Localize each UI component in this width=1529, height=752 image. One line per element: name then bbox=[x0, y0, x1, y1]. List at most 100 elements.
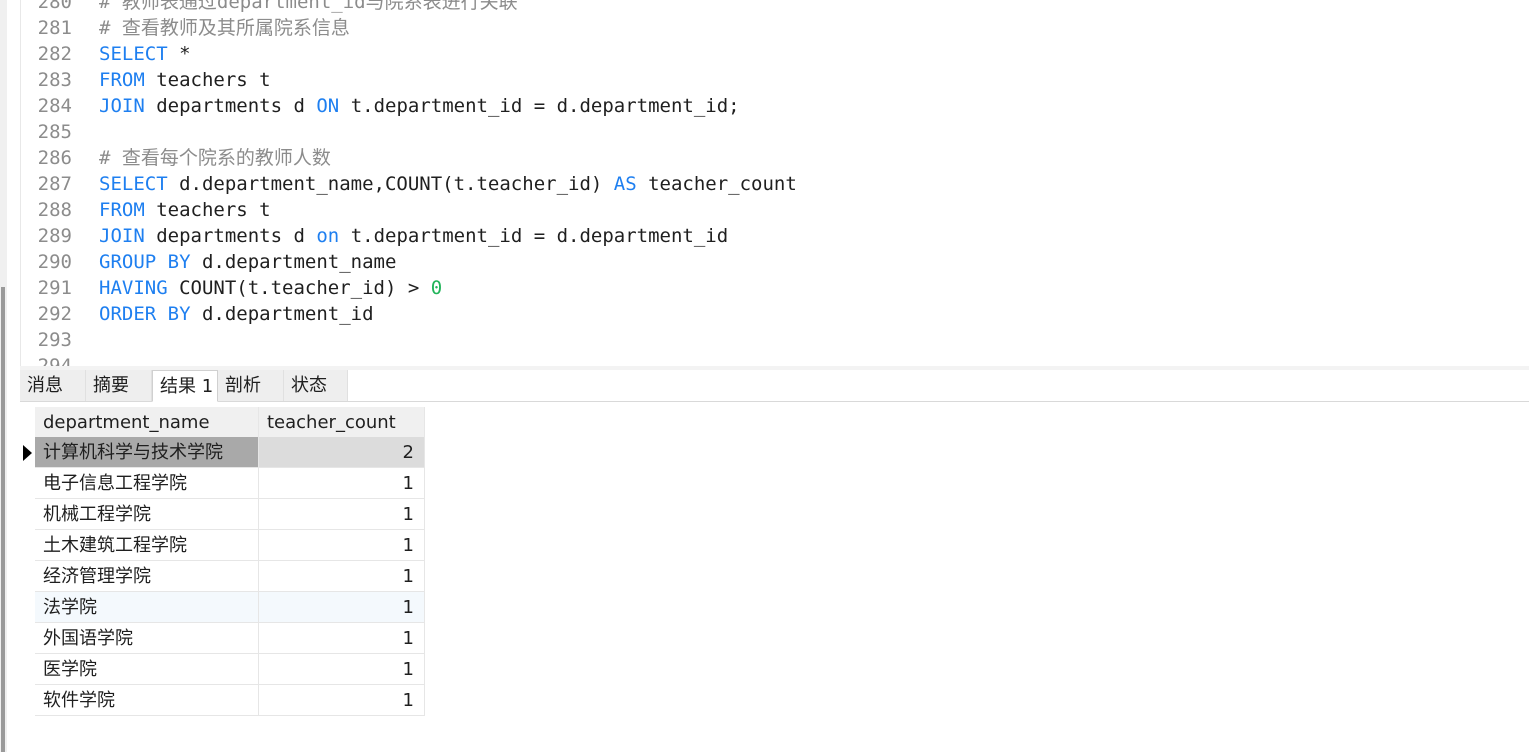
column-header-department-name[interactable]: department_name bbox=[35, 407, 259, 438]
cell-department-name[interactable]: 经济管理学院 bbox=[35, 561, 259, 592]
sql-text: d.department_name,COUNT(t.teacher_id) bbox=[167, 173, 614, 195]
code-text: GROUP BY d.department_name bbox=[99, 249, 396, 275]
code-line[interactable]: 288 FROM teachers t bbox=[20, 197, 271, 223]
code-text: ORDER BY d.department_id bbox=[99, 301, 374, 327]
sql-keyword: GROUP BY bbox=[99, 251, 191, 273]
line-number: 285 bbox=[37, 121, 72, 143]
cell-department-name[interactable]: 计算机科学与技术学院 bbox=[35, 437, 259, 468]
code-line[interactable]: 292 ORDER BY d.department_id bbox=[20, 301, 374, 327]
sql-keyword: ORDER BY bbox=[99, 303, 191, 325]
sql-keyword: on bbox=[316, 225, 340, 247]
code-line[interactable]: 282 SELECT * bbox=[20, 41, 191, 67]
line-number: 291 bbox=[37, 277, 72, 299]
sql-text: teachers t bbox=[144, 199, 271, 221]
sql-keyword: FROM bbox=[99, 199, 145, 221]
code-line[interactable]: 280 # 教师表通过department_id与院系表进行关联 bbox=[20, 0, 518, 15]
results-tab-bar: 消息 摘要 结果 1 剖析 状态 bbox=[20, 370, 1529, 402]
cell-teacher-count[interactable]: 1 bbox=[259, 530, 425, 561]
code-text: JOIN departments d ON t.department_id = … bbox=[99, 93, 740, 119]
cell-teacher-count[interactable]: 1 bbox=[259, 499, 425, 530]
row-marker[interactable] bbox=[20, 561, 35, 592]
code-line[interactable]: 284 JOIN departments d ON t.department_id… bbox=[20, 93, 740, 119]
row-marker[interactable] bbox=[20, 623, 35, 654]
sql-text: t.department_id = d.department_id bbox=[339, 225, 729, 247]
tab-status[interactable]: 状态 bbox=[284, 370, 348, 401]
code-line[interactable]: 294 bbox=[20, 353, 72, 366]
code-line[interactable]: 293 bbox=[20, 327, 72, 353]
row-marker[interactable] bbox=[20, 437, 35, 468]
line-number: 293 bbox=[37, 329, 72, 351]
cell-teacher-count[interactable]: 1 bbox=[259, 468, 425, 499]
code-text: # 查看每个院系的教师人数 bbox=[99, 145, 331, 171]
tab-messages[interactable]: 消息 bbox=[20, 370, 86, 401]
sql-editor[interactable]: 280 # 教师表通过department_id与院系表进行关联 281 # 查看教师… bbox=[20, 0, 1529, 366]
sql-text: teacher_count bbox=[636, 173, 797, 195]
sql-comment: # 教师表通过department_id与院系表进行关联 bbox=[99, 0, 518, 13]
line-number: 289 bbox=[37, 225, 72, 247]
code-line[interactable]: 290 GROUP BY d.department_name bbox=[20, 249, 397, 275]
tab-profile[interactable]: 剖析 bbox=[218, 370, 284, 401]
cell-department-name[interactable]: 土木建筑工程学院 bbox=[35, 530, 259, 561]
row-marker[interactable] bbox=[20, 654, 35, 685]
sql-text: teachers t bbox=[144, 69, 271, 91]
sql-comment: # 查看教师及其所属院系信息 bbox=[99, 17, 350, 39]
line-number: 294 bbox=[37, 355, 72, 366]
sql-comment: # 查看每个院系的教师人数 bbox=[99, 147, 331, 169]
sql-keyword: SELECT bbox=[99, 173, 168, 195]
code-line[interactable]: 285 bbox=[20, 119, 72, 145]
sql-text: departments d bbox=[144, 95, 317, 117]
code-line[interactable]: 283 FROM teachers t bbox=[20, 67, 271, 93]
sql-keyword: ON bbox=[316, 95, 340, 117]
scrollbar-thumb[interactable] bbox=[1, 287, 5, 752]
tab-result-1[interactable]: 结果 1 bbox=[152, 370, 218, 402]
line-number: 290 bbox=[37, 251, 72, 273]
sql-text: * bbox=[167, 43, 191, 65]
line-number: 292 bbox=[37, 303, 72, 325]
cell-teacher-count[interactable]: 1 bbox=[259, 685, 425, 716]
line-number: 282 bbox=[37, 43, 72, 65]
sql-text: t.department_id = d.department_id; bbox=[339, 95, 740, 117]
line-number: 280 bbox=[37, 0, 72, 13]
cell-teacher-count[interactable]: 1 bbox=[259, 654, 425, 685]
code-text: SELECT * bbox=[99, 41, 191, 67]
code-text: # 查看教师及其所属院系信息 bbox=[99, 15, 350, 41]
line-number: 283 bbox=[37, 69, 72, 91]
row-marker[interactable] bbox=[20, 468, 35, 499]
cell-department-name[interactable]: 电子信息工程学院 bbox=[35, 468, 259, 499]
sql-text: d.department_name bbox=[190, 251, 397, 273]
sql-text: COUNT(t.teacher_id) > bbox=[167, 277, 431, 299]
line-number: 288 bbox=[37, 199, 72, 221]
line-number: 284 bbox=[37, 95, 72, 117]
tab-summary[interactable]: 摘要 bbox=[86, 370, 152, 401]
sql-text: departments d bbox=[144, 225, 317, 247]
code-text: FROM teachers t bbox=[99, 67, 271, 93]
cell-teacher-count[interactable]: 1 bbox=[259, 592, 425, 623]
code-line[interactable]: 289 JOIN departments d on t.department_id… bbox=[20, 223, 729, 249]
column-header-teacher-count[interactable]: teacher_count bbox=[259, 407, 425, 438]
line-number: 287 bbox=[37, 173, 72, 195]
left-window-edge bbox=[0, 0, 7, 752]
code-text: # 教师表通过department_id与院系表进行关联 bbox=[99, 0, 518, 15]
code-text: HAVING COUNT(t.teacher_id) > 0 bbox=[99, 275, 442, 301]
sql-keyword: SELECT bbox=[99, 43, 168, 65]
code-text: SELECT d.department_name,COUNT(t.teacher… bbox=[99, 171, 797, 197]
row-marker[interactable] bbox=[20, 499, 35, 530]
sql-number: 0 bbox=[430, 277, 443, 299]
cell-teacher-count[interactable]: 2 bbox=[259, 437, 425, 468]
cell-teacher-count[interactable]: 1 bbox=[259, 561, 425, 592]
sql-keyword: JOIN bbox=[99, 225, 145, 247]
cell-teacher-count[interactable]: 1 bbox=[259, 623, 425, 654]
cell-department-name[interactable]: 法学院 bbox=[35, 592, 259, 623]
code-line[interactable]: 281 # 查看教师及其所属院系信息 bbox=[20, 15, 350, 41]
row-marker[interactable] bbox=[20, 685, 35, 716]
code-line[interactable]: 287 SELECT d.department_name,COUNT(t.teac… bbox=[20, 171, 797, 197]
cell-department-name[interactable]: 医学院 bbox=[35, 654, 259, 685]
code-line[interactable]: 291 HAVING COUNT(t.teacher_id) > 0 bbox=[20, 275, 443, 301]
row-marker[interactable] bbox=[20, 592, 35, 623]
cell-department-name[interactable]: 机械工程学院 bbox=[35, 499, 259, 530]
cell-department-name[interactable]: 软件学院 bbox=[35, 685, 259, 716]
cell-department-name[interactable]: 外国语学院 bbox=[35, 623, 259, 654]
row-marker[interactable] bbox=[20, 530, 35, 561]
code-text: FROM teachers t bbox=[99, 197, 271, 223]
code-line[interactable]: 286 # 查看每个院系的教师人数 bbox=[20, 145, 331, 171]
